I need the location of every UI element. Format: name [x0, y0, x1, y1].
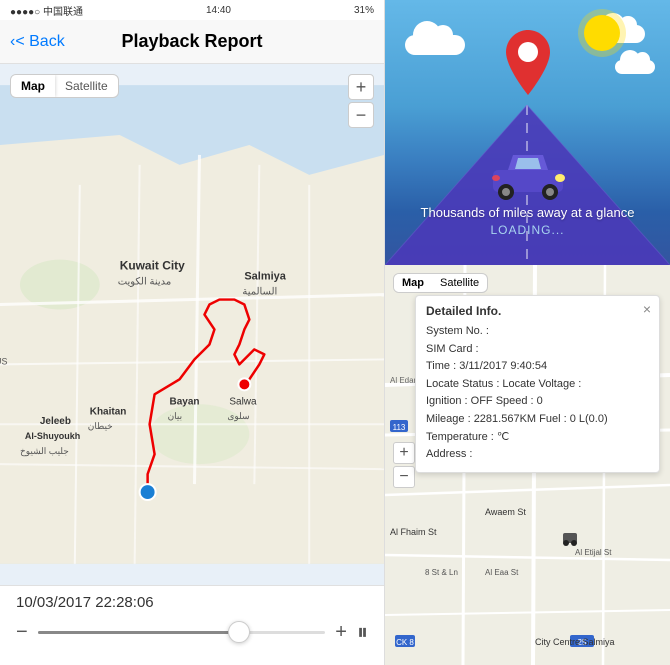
- info-time: Time : 3/11/2017 9:40:54: [426, 358, 649, 376]
- svg-text:Kuwait City: Kuwait City: [120, 259, 185, 273]
- zoom-in-button[interactable]: +: [348, 74, 374, 100]
- info-popup: × Detailed Info. System No. : SIM Card :…: [415, 295, 660, 473]
- svg-text:Al-Shuyoukh: Al-Shuyoukh: [25, 431, 80, 441]
- illustration-text: Thousands of miles away at a glance: [385, 205, 670, 220]
- info-popup-close-button[interactable]: ×: [643, 301, 651, 317]
- bottom-bar: 10/03/2017 22:28:06 − + ⏸: [0, 585, 384, 665]
- status-bar: ●●●●○ 中国联通 14:40 31%: [0, 0, 384, 20]
- map-zoom-controls: + −: [348, 74, 374, 128]
- detail-zoom-in-button[interactable]: +: [393, 442, 415, 464]
- slider-thumb[interactable]: [228, 621, 250, 643]
- page-title: Playback Report: [121, 31, 262, 52]
- detail-zoom-controls: + −: [393, 442, 415, 488]
- map-type-map-button[interactable]: Map: [11, 75, 55, 97]
- info-popup-title: Detailed Info.: [426, 304, 649, 318]
- svg-text:Awaem St: Awaem St: [485, 507, 526, 517]
- svg-text:Khaitan: Khaitan: [90, 406, 127, 417]
- info-mileage: Mileage : 2281.567KM Fuel : 0 L(0.0): [426, 411, 649, 429]
- left-panel: ●●●●○ 中国联通 14:40 31% ‹ < Back Playback R…: [0, 0, 385, 665]
- svg-text:السالمية: السالمية: [242, 287, 277, 298]
- car-illustration: [488, 145, 568, 200]
- cloud-3: [615, 60, 655, 74]
- info-sim-card: SIM Card :: [426, 341, 649, 359]
- timestamp: 10/03/2017 22:28:06: [16, 594, 368, 611]
- svg-text:113: 113: [393, 423, 406, 432]
- cloud-1: [405, 35, 465, 55]
- detail-zoom-out-button[interactable]: −: [393, 466, 415, 488]
- location-pin-icon: [503, 30, 553, 95]
- nav-bar: ‹ < Back Playback Report: [0, 20, 384, 64]
- svg-text:City Centre Salmiya: City Centre Salmiya: [535, 637, 615, 647]
- svg-text:Salmiya: Salmiya: [244, 271, 286, 283]
- map-type-buttons: Map Satellite: [10, 74, 119, 98]
- info-temperature: Temperature : ℃: [426, 429, 649, 447]
- svg-text:Al Eaa St: Al Eaa St: [485, 568, 519, 577]
- back-button[interactable]: ‹ < Back: [10, 33, 65, 51]
- svg-text:US: US: [0, 356, 7, 366]
- info-ignition: Ignition : OFF Speed : 0: [426, 393, 649, 411]
- detail-map-type-satellite-button[interactable]: Satellite: [432, 274, 487, 292]
- svg-text:Jeleeb: Jeleeb: [40, 416, 71, 427]
- volume-down-icon[interactable]: −: [16, 621, 28, 644]
- volume-up-icon[interactable]: +: [335, 621, 347, 644]
- svg-text:سلوى: سلوى: [227, 411, 249, 422]
- info-locate-status: Locate Status : Locate Voltage :: [426, 376, 649, 394]
- status-carrier: ●●●●○ 中国联通: [10, 3, 83, 18]
- slider-fill: [38, 631, 239, 634]
- info-system-no: System No. :: [426, 323, 649, 341]
- svg-text:8 St & Ln: 8 St & Ln: [425, 568, 458, 577]
- zoom-out-button[interactable]: −: [348, 102, 374, 128]
- sun-icon: [584, 15, 620, 51]
- svg-text:Al Etijal St: Al Etijal St: [575, 548, 612, 557]
- svg-text:Al Fhaim St: Al Fhaim St: [390, 527, 437, 537]
- svg-text:مدينة الكويت: مدينة الكويت: [118, 277, 172, 288]
- detail-map-type-map-button[interactable]: Map: [394, 274, 432, 292]
- illustration-area: Thousands of miles away at a glance LOAD…: [385, 0, 670, 265]
- svg-text:جليب الشيوخ: جليب الشيوخ: [20, 446, 69, 457]
- detail-panel[interactable]: Al Hamoud Bin Masoud St Abodh St Al Edar…: [385, 265, 670, 665]
- svg-text:Salwa: Salwa: [229, 396, 257, 407]
- map-area[interactable]: Kuwait City مدينة الكويت Salmiya السالمي…: [0, 64, 384, 585]
- right-panel: Thousands of miles away at a glance LOAD…: [385, 0, 670, 665]
- status-time: 14:40: [206, 5, 231, 16]
- map-type-satellite-button[interactable]: Satellite: [55, 75, 118, 97]
- playback-controls: − + ⏸: [16, 619, 368, 645]
- svg-text:بيان: بيان: [168, 411, 183, 421]
- status-battery: 31%: [354, 5, 374, 16]
- playback-slider[interactable]: [38, 631, 326, 634]
- map-background: Kuwait City مدينة الكويت Salmiya السالمي…: [0, 64, 384, 585]
- detail-map-type-buttons: Map Satellite: [393, 273, 488, 293]
- pause-button[interactable]: ⏸: [357, 619, 368, 645]
- svg-text:Bayan: Bayan: [170, 396, 200, 407]
- back-label: < Back: [15, 33, 64, 51]
- loading-text: LOADING...: [385, 223, 670, 237]
- svg-text:خيطان: خيطان: [88, 421, 113, 431]
- info-address: Address :: [426, 446, 649, 464]
- svg-text:CK 8: CK 8: [396, 638, 414, 647]
